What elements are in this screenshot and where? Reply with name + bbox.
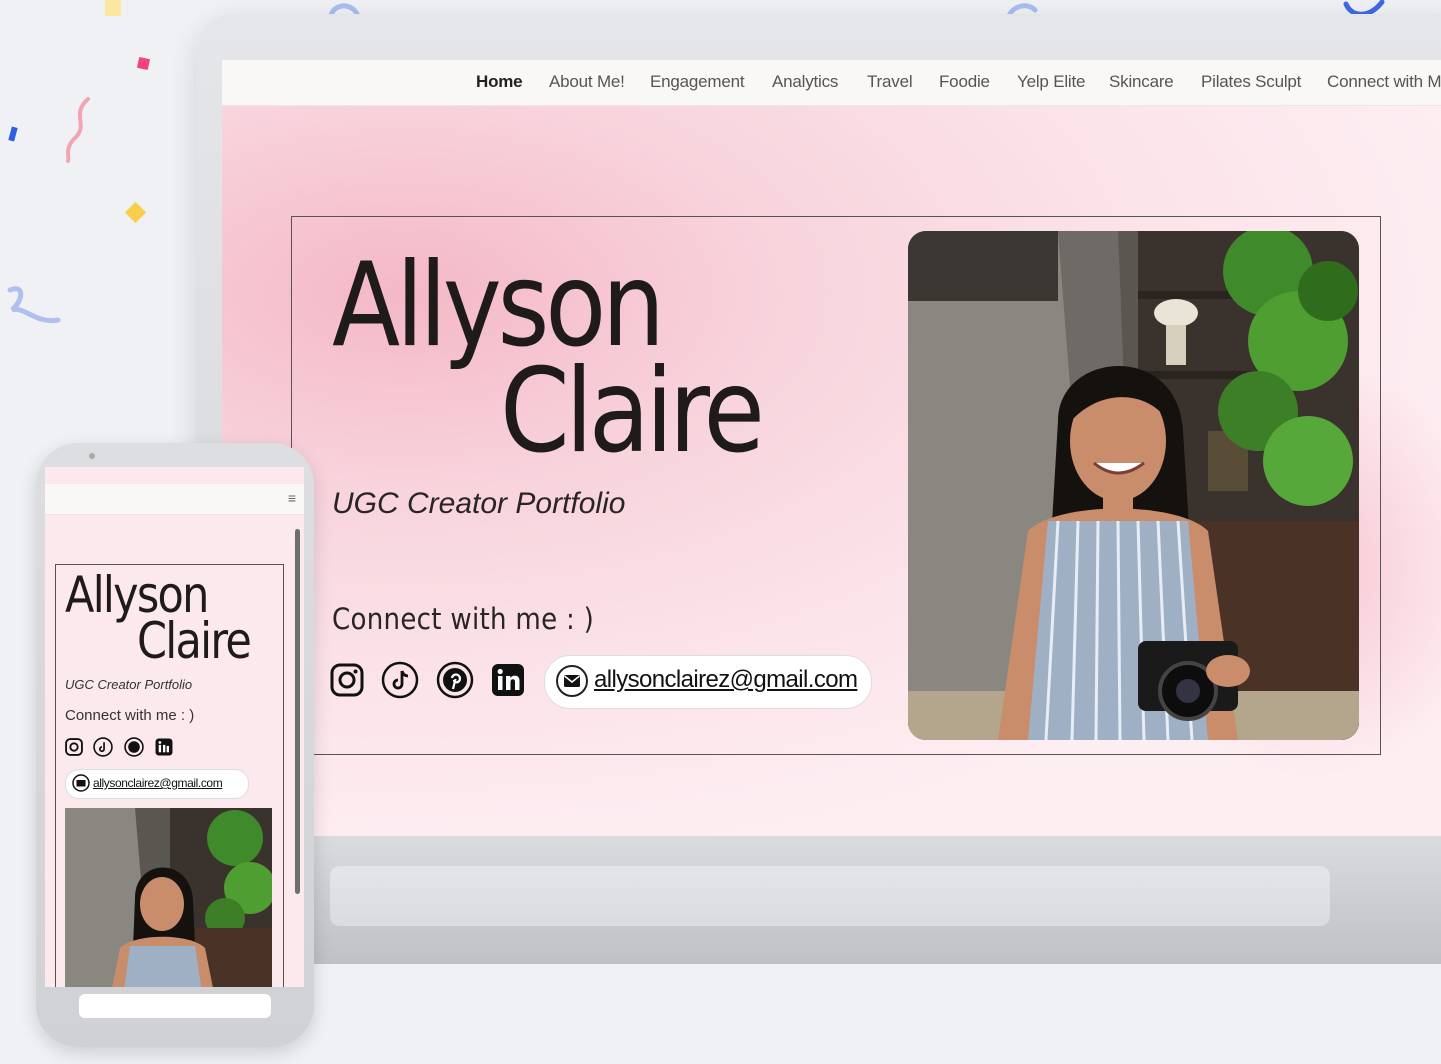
email-link[interactable]: allysonclairez@gmail.com [594, 666, 858, 694]
phone-email-link[interactable]: allysonclairez@gmail.com [93, 776, 223, 790]
laptop-keyboard [330, 866, 1330, 926]
nav-about-me[interactable]: About Me! [549, 72, 625, 92]
phone-last-name: Claire [137, 612, 252, 670]
hamburger-icon[interactable]: ≡ [288, 490, 296, 506]
phone-scrollbar-thumb[interactable] [295, 529, 300, 894]
connect-heading: Connect with me : ) [332, 602, 595, 636]
confetti-blue-bar [8, 126, 18, 142]
nav-pilates-sculpt[interactable]: Pilates Sculpt [1201, 72, 1301, 92]
nav-home[interactable]: Home [476, 72, 523, 92]
confetti-pink-square [136, 56, 151, 71]
nav-engagement[interactable]: Engagement [650, 72, 745, 92]
confetti-pink-squiggle [66, 97, 90, 163]
top-navigation: Home About Me! Engagement Analytics Trav… [222, 60, 1441, 106]
phone-subtitle: UGC Creator Portfolio [65, 677, 193, 692]
phone-email-button[interactable]: allysonclairez@gmail.com [65, 769, 249, 799]
nav-travel[interactable]: Travel [867, 72, 913, 92]
phone-tiktok-icon[interactable] [93, 737, 113, 757]
nav-analytics[interactable]: Analytics [772, 72, 838, 92]
confetti-yellow-square [105, 0, 121, 16]
phone-connect-heading: Connect with me : ) [65, 707, 195, 724]
phone-envelope-icon [72, 774, 90, 792]
phone-linkedin-icon[interactable] [155, 738, 173, 756]
nav-yelp-elite[interactable]: Yelp Elite [1017, 72, 1085, 92]
phone-instagram-icon[interactable] [65, 738, 83, 756]
phone-home-bar [79, 994, 271, 1018]
hero-last-name: Claire [500, 344, 765, 479]
confetti-gold-diamond [124, 201, 147, 224]
confetti-blue-squiggle [7, 286, 61, 324]
linkedin-icon[interactable] [491, 663, 525, 697]
profile-photo [908, 231, 1359, 740]
hero-subtitle: UGC Creator Portfolio [332, 487, 626, 520]
phone-profile-photo [65, 808, 272, 987]
phone-mockup: ≡ Allyson Claire UGC Creator Portfolio C… [36, 443, 314, 1047]
email-button[interactable]: allysonclairez@gmail.com [544, 655, 872, 709]
instagram-icon[interactable] [330, 663, 364, 697]
phone-screen: ≡ Allyson Claire UGC Creator Portfolio C… [45, 467, 304, 987]
phone-top-bar: ≡ [45, 484, 304, 515]
pinterest-icon[interactable] [436, 661, 474, 699]
nav-foodie[interactable]: Foodie [939, 72, 990, 92]
phone-camera [89, 453, 95, 459]
nav-skincare[interactable]: Skincare [1109, 72, 1174, 92]
tiktok-icon[interactable] [381, 661, 419, 699]
laptop-screen: Home About Me! Engagement Analytics Trav… [222, 60, 1441, 836]
envelope-icon [556, 665, 588, 697]
nav-connect[interactable]: Connect with M [1327, 72, 1441, 92]
phone-pinterest-icon[interactable] [124, 737, 144, 757]
